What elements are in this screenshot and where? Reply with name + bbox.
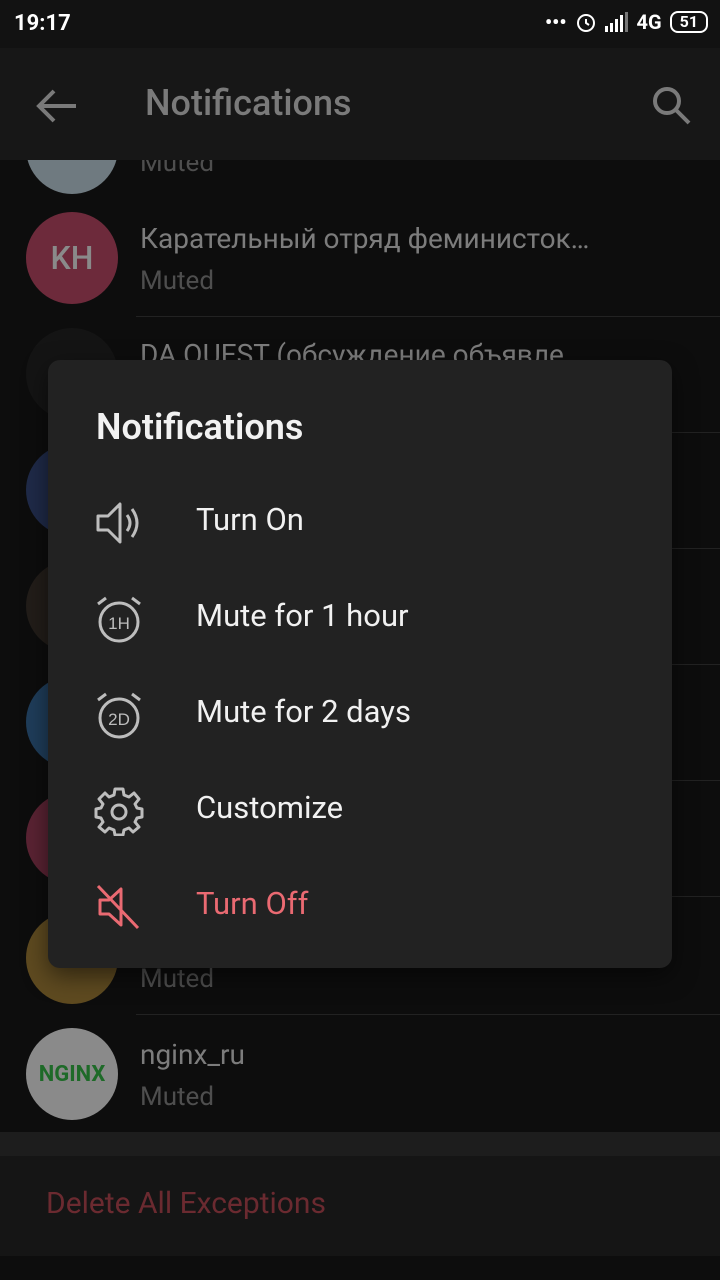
network-type: 4G	[636, 10, 662, 34]
alarm-status-icon	[576, 14, 595, 32]
svg-text:2D: 2D	[108, 710, 130, 729]
list-item[interactable]: KH Карательный отряд феминисток… Muted	[0, 206, 720, 322]
search-icon[interactable]	[650, 84, 692, 126]
divider	[136, 316, 720, 317]
menu-item-customize[interactable]: Customize	[48, 762, 672, 858]
battery-icon: 51	[669, 11, 708, 33]
avatar: NGINX	[26, 1028, 118, 1120]
speaker-muted-icon	[96, 884, 140, 930]
delete-all-exceptions-button[interactable]: Delete All Exceptions	[46, 1186, 326, 1221]
status-time: 19:17	[14, 11, 71, 36]
gear-icon	[94, 787, 144, 836]
menu-item-label: Mute for 1 hour	[196, 597, 409, 634]
alarm-1h-icon: 1H	[97, 596, 141, 643]
alarm-2d-icon: 2D	[97, 692, 141, 739]
list-item-status: Muted	[140, 266, 214, 296]
menu-item-turn-off[interactable]: Turn Off	[48, 858, 672, 954]
app-bar: Notifications	[0, 48, 720, 160]
menu-item-label: Turn Off	[196, 885, 309, 922]
menu-item-mute-2-days[interactable]: 2D Mute for 2 days	[48, 666, 672, 762]
avatar: 24	[26, 160, 118, 194]
more-dots-icon: •••	[544, 10, 567, 34]
menu-item-mute-1-hour[interactable]: 1H Mute for 1 hour	[48, 570, 672, 666]
speaker-icon	[96, 502, 139, 544]
status-icons: ••• 4G 51	[545, 10, 708, 34]
list-item-title: nginx_ru	[140, 1038, 245, 1071]
menu-item-label: Customize	[196, 789, 344, 826]
status-bar: 19:17 ••• 4G 51	[0, 0, 720, 48]
delete-section: Delete All Exceptions	[0, 1156, 720, 1256]
divider	[136, 1014, 720, 1015]
page-title: Notifications	[145, 82, 352, 124]
svg-text:1H: 1H	[108, 614, 130, 633]
menu-item-turn-on[interactable]: Turn On	[48, 474, 672, 570]
list-item-title: Карательный отряд феминисток…	[140, 222, 590, 255]
signal-icon	[604, 12, 628, 32]
list-item-status: Muted	[140, 964, 214, 994]
list-item-status: Muted	[140, 160, 214, 178]
back-arrow-icon[interactable]	[34, 86, 78, 126]
menu-item-label: Mute for 2 days	[196, 693, 411, 730]
bottom-strip	[0, 1256, 720, 1280]
notifications-dialog: Notifications Turn On 1H Mute for 1 hour…	[48, 360, 672, 968]
dialog-title: Notifications	[96, 406, 304, 448]
menu-item-label: Turn On	[196, 501, 304, 538]
avatar: KH	[26, 212, 118, 304]
list-item-status: Muted	[140, 1082, 214, 1112]
list-item[interactable]: 24 Muted	[0, 160, 720, 206]
list-item[interactable]: NGINX nginx_ru Muted	[0, 1022, 720, 1132]
